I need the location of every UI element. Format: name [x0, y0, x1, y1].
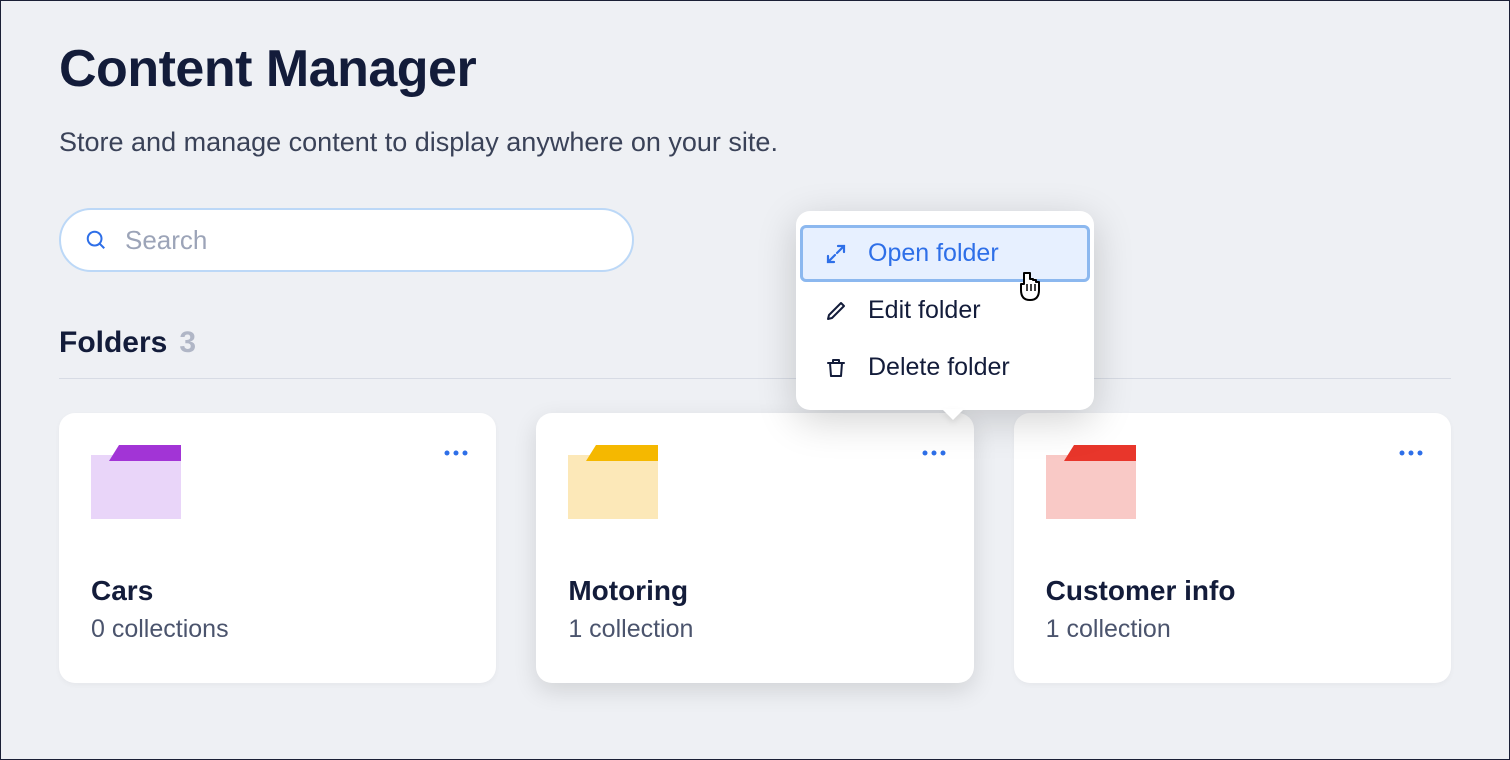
- trash-icon: [824, 356, 848, 380]
- search-input[interactable]: [125, 225, 608, 256]
- more-horizontal-icon: [922, 450, 946, 456]
- menu-item-label: Open folder: [868, 239, 999, 268]
- menu-item-edit-folder[interactable]: Edit folder: [796, 282, 1094, 339]
- folder-card-cars[interactable]: Cars 0 collections: [59, 413, 496, 683]
- menu-item-open-folder[interactable]: Open folder: [800, 225, 1090, 282]
- folder-icon: [91, 445, 181, 519]
- page-subtitle: Store and manage content to display anyw…: [59, 127, 1451, 158]
- page-title: Content Manager: [59, 39, 1451, 99]
- menu-item-label: Edit folder: [868, 296, 981, 325]
- expand-icon: [824, 242, 848, 266]
- folder-card-motoring[interactable]: Motoring 1 collection: [536, 413, 973, 683]
- search-box[interactable]: [59, 208, 634, 272]
- more-horizontal-icon: [1399, 450, 1423, 456]
- more-button[interactable]: [440, 437, 472, 469]
- folder-cards-row: Cars 0 collections Motoring 1 collection: [59, 413, 1451, 683]
- folder-name: Customer info: [1046, 575, 1419, 607]
- folder-icon: [568, 445, 658, 519]
- pencil-icon: [824, 299, 848, 323]
- more-button[interactable]: [1395, 437, 1427, 469]
- folder-collection-count: 0 collections: [91, 615, 464, 644]
- folders-header: Folders 3: [59, 326, 1451, 360]
- folders-count: 3: [179, 326, 196, 360]
- more-button[interactable]: [918, 437, 950, 469]
- folder-collection-count: 1 collection: [1046, 615, 1419, 644]
- folder-card-customer-info[interactable]: Customer info 1 collection: [1014, 413, 1451, 683]
- folder-name: Motoring: [568, 575, 941, 607]
- folder-name: Cars: [91, 575, 464, 607]
- folder-context-menu: Open folder Edit folder Delete folder: [796, 211, 1094, 410]
- menu-item-label: Delete folder: [868, 353, 1010, 382]
- menu-item-delete-folder[interactable]: Delete folder: [796, 339, 1094, 396]
- folder-icon: [1046, 445, 1136, 519]
- folders-label: Folders: [59, 326, 167, 360]
- folder-collection-count: 1 collection: [568, 615, 941, 644]
- more-horizontal-icon: [444, 450, 468, 456]
- search-icon: [85, 229, 107, 251]
- divider: [59, 378, 1451, 379]
- content-manager-page: Content Manager Store and manage content…: [1, 1, 1509, 721]
